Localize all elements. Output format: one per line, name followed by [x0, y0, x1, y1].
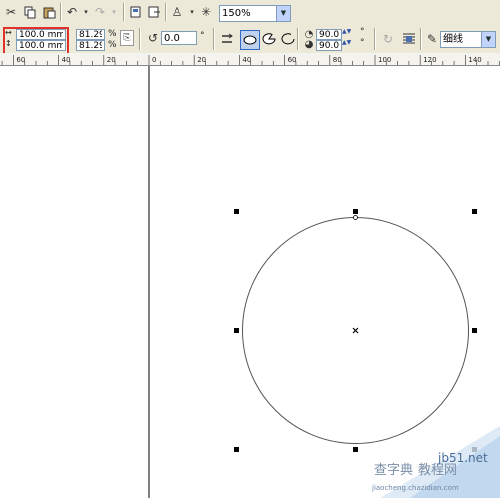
ruler-label: 20: [107, 56, 116, 64]
selection-handle[interactable]: [234, 328, 239, 333]
ruler-label: 140: [468, 56, 481, 64]
selection-handle[interactable]: [472, 328, 477, 333]
zoom-value: 150%: [222, 8, 251, 19]
redo-dropdown-icon[interactable]: ▾: [106, 4, 122, 20]
outline-width-combo[interactable]: 细线 ▼: [440, 31, 496, 48]
selection-handle[interactable]: [234, 447, 239, 452]
application-launcher-icon[interactable]: ♙: [169, 4, 185, 20]
ruler-label: 0: [152, 56, 156, 64]
cut-icon[interactable]: ✂: [3, 4, 19, 20]
scale-x-field[interactable]: [76, 29, 105, 40]
arc-mode-button[interactable]: [280, 31, 296, 47]
start-angle-field[interactable]: [316, 29, 342, 40]
ellipse-mode-button[interactable]: [240, 30, 260, 50]
ellipse-node[interactable]: [353, 215, 358, 220]
pie-mode-button[interactable]: [261, 31, 277, 47]
ruler-label: 80: [333, 56, 342, 64]
paste-icon[interactable]: [41, 4, 57, 20]
mirror-icon[interactable]: [219, 31, 235, 47]
chevron-down-icon[interactable]: ▼: [481, 32, 495, 47]
selection-handle[interactable]: [472, 209, 477, 214]
ruler-label: 100: [378, 56, 391, 64]
ruler-label: 40: [62, 56, 71, 64]
selection-handle[interactable]: [234, 209, 239, 214]
end-angle-degree: °: [360, 38, 365, 48]
ruler-label: 60: [16, 56, 25, 64]
pen-icon: ✎: [426, 32, 438, 46]
import-icon[interactable]: [128, 4, 144, 20]
center-mark-icon: [352, 327, 359, 334]
outline-width-value: 细线: [443, 34, 463, 45]
ruler-label: 60: [288, 56, 297, 64]
watermark-domain: jb51.net: [437, 451, 488, 465]
scale-y-field[interactable]: [76, 40, 105, 51]
watermark-logo: 查字典 教程网 jb51.net jiaocheng.chazidian.com: [360, 426, 500, 498]
rotation-degree: °: [200, 31, 205, 41]
selection-handle[interactable]: [353, 209, 358, 214]
chevron-down-icon[interactable]: ▼: [276, 6, 290, 21]
ruler-label: 20: [197, 56, 206, 64]
start-angle-spinner-icon[interactable]: ▲▼: [342, 28, 351, 35]
lock-ratio-icon[interactable]: ⎘: [120, 30, 134, 46]
end-angle-icon: ◕: [304, 39, 314, 50]
horizontal-ruler[interactable]: 60 40 20 0 20 40 60 80 100 120 140: [0, 53, 500, 66]
welcome-icon[interactable]: ✳: [198, 4, 214, 20]
end-angle-field[interactable]: [316, 40, 342, 51]
scale-x-unit: %: [108, 29, 117, 39]
export-icon[interactable]: [146, 4, 162, 20]
copy-icon[interactable]: [22, 4, 38, 20]
end-angle-spinner-icon[interactable]: ▲▼: [342, 39, 351, 46]
property-bar: ↔ ↕ % % ⎘ ↺ ° ◔ ▲▼ ° ◕ ▲▼ °: [0, 25, 500, 54]
start-angle-degree: °: [360, 27, 365, 37]
standard-toolbar: ✂ ↶ ▾ ↷ ▾ ♙ ▾ ✳ 150% ▼: [0, 0, 500, 26]
selection-handle[interactable]: [353, 447, 358, 452]
ruler-label: 120: [423, 56, 436, 64]
watermark-domain-small: jiaocheng.chazidian.com: [371, 484, 459, 492]
watermark-text-top: 查字典: [374, 463, 413, 478]
wrap-text-icon[interactable]: [401, 31, 417, 47]
rotate-icon: ↺: [147, 31, 159, 45]
scale-y-unit: %: [108, 40, 117, 50]
change-direction-icon[interactable]: ↻: [380, 31, 396, 47]
ruler-label: 40: [242, 56, 251, 64]
rotation-field[interactable]: [161, 31, 197, 45]
zoom-combo[interactable]: 150% ▼: [219, 5, 291, 22]
